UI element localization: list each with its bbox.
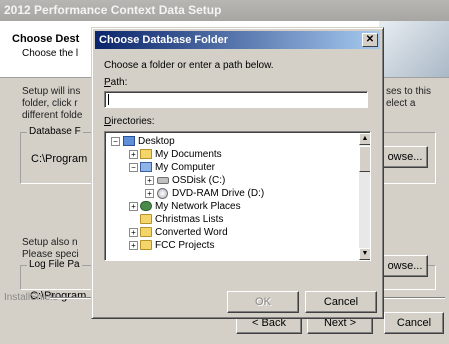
- tree-item-label: OSDisk (C:): [172, 175, 226, 186]
- tree-scrollbar[interactable]: ▲ ▼: [359, 133, 370, 260]
- collapse-icon[interactable]: −: [111, 137, 120, 146]
- installer-description-right: ses to this elect a: [386, 86, 432, 109]
- ok-button[interactable]: OK: [227, 291, 299, 313]
- database-browse-button[interactable]: owse...: [382, 146, 428, 168]
- installer-header-graphic: [379, 21, 449, 77]
- close-icon: ✕: [365, 34, 375, 45]
- scroll-up-button[interactable]: ▲: [359, 133, 370, 145]
- dialog-cancel-button[interactable]: Cancel: [305, 291, 377, 313]
- collapse-icon[interactable]: −: [129, 163, 138, 172]
- log-file-group-label: Log File Pa: [27, 259, 82, 270]
- tree-item-label: My Network Places: [155, 201, 241, 212]
- tree-item-label: Christmas Lists: [155, 214, 224, 225]
- installer-also-text: Setup also n Please speci: [22, 237, 79, 260]
- path-input[interactable]: [104, 91, 368, 108]
- installer-description-left: Setup will ins folder, click r different…: [22, 86, 83, 121]
- directories-label: Directories:: [104, 116, 155, 127]
- network-icon: [140, 201, 152, 211]
- tree-item-label: DVD-RAM Drive (D:): [172, 188, 265, 199]
- path-label: Path:: [104, 77, 128, 88]
- desktop-icon: [123, 136, 135, 146]
- folder-icon: [140, 149, 152, 159]
- folder-icon: [140, 240, 152, 250]
- tree-item-label: FCC Projects: [155, 240, 215, 251]
- arrow-up-icon: ▲: [361, 135, 369, 142]
- installer-title-bar: 2012 Performance Context Data Setup: [0, 0, 449, 21]
- tree-item-label: My Documents: [155, 149, 222, 160]
- dialog-title-bar: Choose Database Folder: [95, 31, 380, 49]
- expand-icon[interactable]: +: [129, 241, 138, 250]
- expand-icon[interactable]: +: [129, 150, 138, 159]
- database-folder-group-label: Database F: [27, 126, 83, 137]
- scroll-thumb[interactable]: [359, 146, 370, 172]
- installer-header-title: Choose Dest: [12, 33, 80, 45]
- expand-icon[interactable]: +: [129, 202, 138, 211]
- computer-icon: [140, 162, 152, 172]
- tree-item-label: Converted Word: [155, 227, 228, 238]
- arrow-down-icon: ▼: [361, 250, 369, 257]
- scroll-down-button[interactable]: ▼: [359, 248, 370, 260]
- tree-item-label: My Computer: [155, 162, 216, 173]
- log-file-browse-button[interactable]: owse...: [382, 255, 428, 277]
- installer-header-subtitle: Choose the l: [22, 48, 79, 59]
- tree-item-label: Desktop: [138, 136, 175, 147]
- directory-tree[interactable]: − Desktop + My Documents − My Computer +…: [104, 131, 371, 261]
- folder-icon: [140, 227, 152, 237]
- expand-icon[interactable]: +: [129, 228, 138, 237]
- expand-icon[interactable]: +: [145, 189, 154, 198]
- dvd-drive-icon: [157, 188, 168, 199]
- folder-icon: [140, 214, 152, 224]
- expand-icon[interactable]: +: [145, 176, 154, 185]
- installer-cancel-button[interactable]: Cancel: [384, 312, 444, 334]
- database-folder-path: C:\Program: [31, 153, 88, 165]
- text-caret: [108, 94, 109, 105]
- dialog-instruction: Choose a folder or enter a path below.: [104, 60, 274, 71]
- dialog-close-button[interactable]: ✕: [362, 33, 378, 47]
- hard-drive-icon: [157, 177, 169, 184]
- choose-folder-dialog: Choose Database Folder ✕ Choose a folder…: [91, 27, 384, 319]
